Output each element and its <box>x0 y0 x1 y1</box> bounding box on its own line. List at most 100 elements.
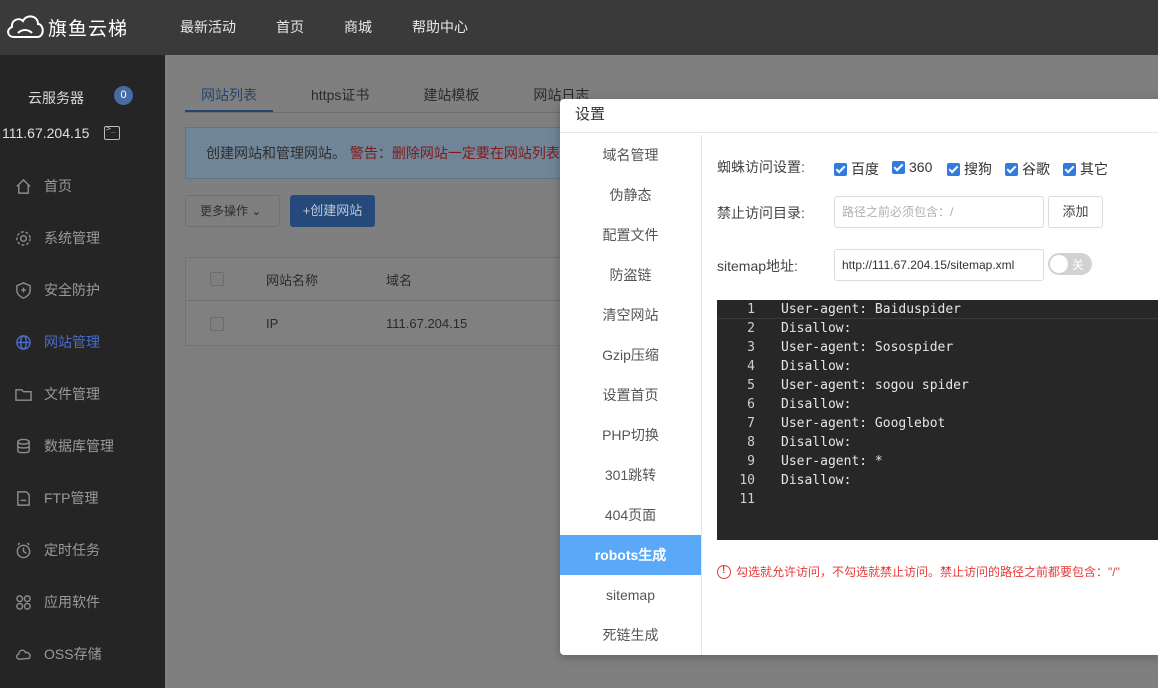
settings-nav-config-file[interactable]: 配置文件 <box>560 215 701 255</box>
sidebar-item-apps[interactable]: 应用软件 <box>0 576 165 628</box>
add-forbid-button[interactable]: 添加 <box>1048 196 1103 228</box>
notice-text: 创建网站和管理网站。 <box>206 145 346 161</box>
nav-latest-activity[interactable]: 最新活动 <box>180 0 236 55</box>
settings-nav-index[interactable]: 设置首页 <box>560 375 701 415</box>
code-text: Disallow: <box>781 397 852 412</box>
checkbox-checked-icon <box>834 162 847 176</box>
column-header-domain: 域名 <box>386 272 413 288</box>
warning-circle-icon <box>717 564 731 579</box>
sidebar-item-system[interactable]: 系统管理 <box>0 212 165 264</box>
sidebar-item-label: 数据库管理 <box>44 438 114 454</box>
sidebar-item-label: 系统管理 <box>44 230 100 246</box>
cloud-logo-icon <box>4 11 46 44</box>
code-text: Disallow: <box>781 435 852 450</box>
settings-nav-gzip[interactable]: Gzip压缩 <box>560 335 701 375</box>
sitemap-url-input[interactable]: http://111.67.204.15/sitemap.xml <box>834 249 1044 281</box>
code-line: 11 <box>717 490 1158 509</box>
line-number: 6 <box>747 397 755 412</box>
sidebar-item-website[interactable]: 网站管理 <box>0 316 165 368</box>
settings-nav-deadlink[interactable]: 死链生成 <box>560 615 701 655</box>
site-name-cell: IP <box>266 316 279 331</box>
settings-nav-robots[interactable]: robots生成 <box>560 535 701 575</box>
sidebar-item-label: 网站管理 <box>44 334 100 350</box>
settings-nav-clear-site[interactable]: 清空网站 <box>560 295 701 335</box>
settings-nav-domain[interactable]: 域名管理 <box>560 135 701 175</box>
cloud-icon <box>14 645 32 663</box>
code-line: 5 User-agent: sogou spider <box>717 376 1158 395</box>
robots-hint: 勾选就允许访问，不勾选就禁止访问。禁止访问的路径之前都要包含："/" <box>717 563 1120 580</box>
code-text: User-agent: Baiduspider <box>781 302 962 317</box>
settings-nav-sitemap[interactable]: sitemap <box>560 575 701 615</box>
spider-checkbox-360[interactable]: 360 <box>892 159 932 175</box>
server-title: 云服务器 <box>28 90 84 106</box>
robots-code-editor[interactable]: 1 User-agent: Baiduspider 2 Disallow: 3 Use… <box>717 300 1158 540</box>
top-bar: 旗鱼云梯 最新活动 首页 商城 帮助中心 <box>0 0 1158 55</box>
column-header-name: 网站名称 <box>266 272 319 288</box>
code-text: Disallow: <box>781 473 852 488</box>
spider-checkbox-google[interactable]: 谷歌 <box>1005 159 1050 179</box>
checkbox-checked-icon <box>947 162 960 176</box>
terminal-icon[interactable] <box>104 124 120 140</box>
sidebar-item-security[interactable]: 安全防护 <box>0 264 165 316</box>
gear-icon <box>14 229 32 247</box>
code-text: User-agent: Sosospider <box>781 340 954 355</box>
code-line: 1 User-agent: Baiduspider <box>717 300 1158 319</box>
spider-checkbox-baidu[interactable]: 百度 <box>834 159 879 179</box>
shield-icon <box>14 281 32 299</box>
server-count-badge: 0 <box>114 86 133 105</box>
settings-nav-301[interactable]: 301跳转 <box>560 455 701 495</box>
line-number: 3 <box>747 340 755 355</box>
code-text: User-agent: * <box>781 454 883 469</box>
sidebar-item-ftp[interactable]: FTP管理 <box>0 472 165 524</box>
code-line: 4 Disallow: <box>717 357 1158 376</box>
tab-website-list[interactable]: 网站列表 <box>185 77 273 112</box>
line-number: 11 <box>739 492 755 507</box>
code-line: 6 Disallow: <box>717 395 1158 414</box>
checkbox-label: 谷歌 <box>1022 161 1050 177</box>
robots-panel: 蜘蛛访问设置: 百度 360 搜狗 谷歌 其它 禁止访问目录: 路径之前必须包含… <box>702 135 1158 655</box>
logo[interactable]: 旗鱼云梯 <box>4 10 128 44</box>
home-icon <box>14 177 32 195</box>
tab-site-templates[interactable]: 建站模板 <box>407 77 495 112</box>
ftp-icon <box>14 489 32 507</box>
line-number: 2 <box>747 321 755 336</box>
toggle-knob <box>1050 255 1068 273</box>
settings-nav-404[interactable]: 404页面 <box>560 495 701 535</box>
sitemap-toggle[interactable]: 关 <box>1048 253 1092 275</box>
select-all-checkbox[interactable] <box>210 272 224 286</box>
row-checkbox[interactable] <box>210 316 224 331</box>
sitemap-label: sitemap地址: <box>717 258 798 274</box>
checkbox-checked-icon <box>1063 162 1076 176</box>
nav-home[interactable]: 首页 <box>276 0 304 55</box>
line-number: 8 <box>747 435 755 450</box>
settings-nav-hotlink[interactable]: 防盗链 <box>560 255 701 295</box>
clock-icon <box>14 541 32 559</box>
spider-checkbox-other[interactable]: 其它 <box>1063 159 1108 179</box>
code-line: 8 Disallow: <box>717 433 1158 452</box>
nav-help-center[interactable]: 帮助中心 <box>412 0 468 55</box>
sidebar-item-label: 应用软件 <box>44 594 100 610</box>
sidebar-item-home[interactable]: 首页 <box>0 160 165 212</box>
sidebar-item-oss[interactable]: OSS存储 <box>0 628 165 680</box>
settings-nav-rewrite[interactable]: 伪静态 <box>560 175 701 215</box>
checkbox-label: 搜狗 <box>964 161 992 177</box>
site-domain-cell: 111.67.204.15 <box>386 316 468 331</box>
code-text: User-agent: Googlebot <box>781 416 946 431</box>
spider-checkbox-sogou[interactable]: 搜狗 <box>947 159 992 179</box>
sidebar-item-files[interactable]: 文件管理 <box>0 368 165 420</box>
folder-icon <box>14 385 32 403</box>
forbid-dir-input[interactable]: 路径之前必须包含：/ <box>834 196 1044 228</box>
create-website-button[interactable]: +创建网站 <box>290 195 375 227</box>
checkbox-label: 其它 <box>1080 161 1108 177</box>
tab-https-cert[interactable]: https证书 <box>295 77 385 112</box>
sidebar-item-label: 首页 <box>44 178 72 194</box>
more-actions-button[interactable]: 更多操作 ⌄ <box>185 195 280 227</box>
apps-icon <box>14 593 32 611</box>
nav-mall[interactable]: 商城 <box>344 0 372 55</box>
sidebar: 云服务器 0 111.67.204.15 首页 系统管理 安全防护 网站管理 文… <box>0 55 165 688</box>
checkbox-label: 360 <box>909 159 933 175</box>
sidebar-item-database[interactable]: 数据库管理 <box>0 420 165 472</box>
modal-title: 设置 <box>560 99 1158 133</box>
settings-nav-php[interactable]: PHP切换 <box>560 415 701 455</box>
sidebar-item-cron[interactable]: 定时任务 <box>0 524 165 576</box>
